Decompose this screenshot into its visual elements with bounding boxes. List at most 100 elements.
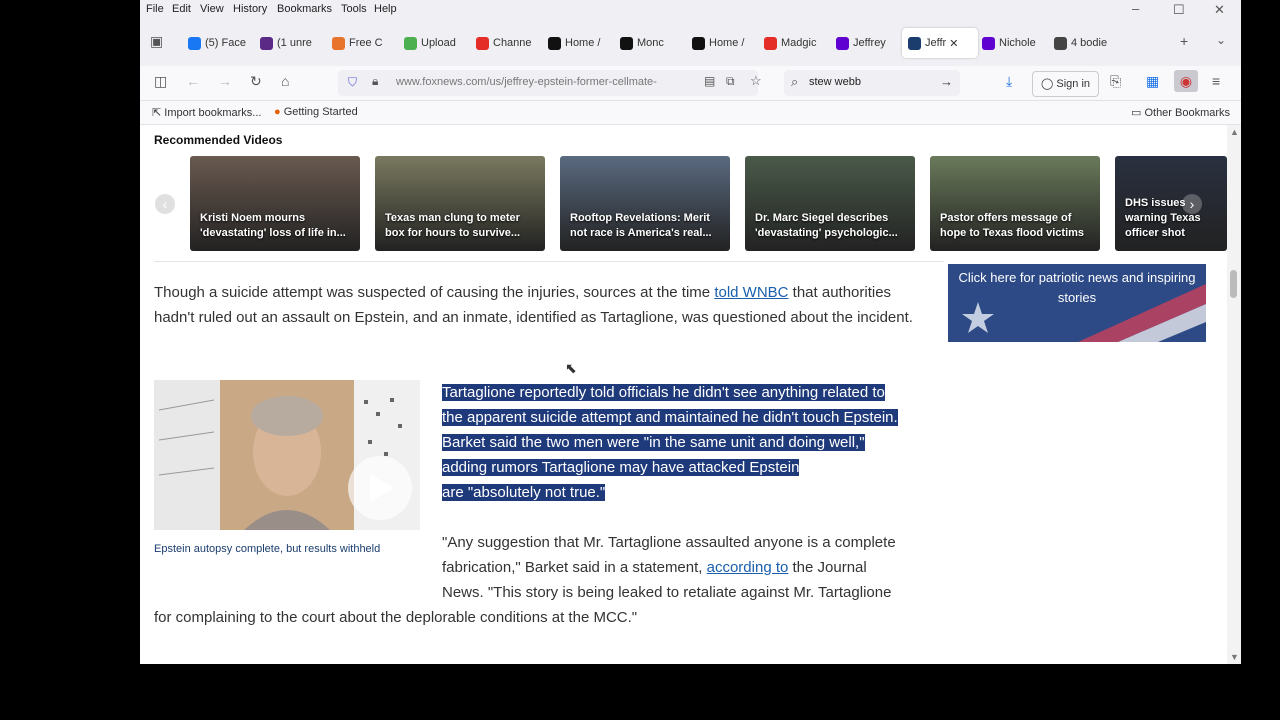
shield-icon[interactable]: ⛉ [348, 75, 357, 90]
browser-window: File Edit View History Bookmarks Tools H… [140, 0, 1241, 664]
lock-icon[interactable]: 🔒︎ [372, 74, 378, 89]
forward-icon[interactable]: → [218, 73, 232, 89]
tab-5[interactable]: Home / [548, 32, 620, 54]
tab-label: Monc [637, 37, 664, 49]
menu-bar: File Edit View History Bookmarks Tools H… [140, 0, 1241, 20]
menu-bookmarks[interactable]: Bookmarks [277, 3, 332, 15]
according-to-link[interactable]: according to [707, 559, 789, 576]
new-tab-icon[interactable]: + [1180, 33, 1188, 49]
search-box[interactable]: ⌕ stew webb → [784, 70, 960, 96]
video-card[interactable]: DHS issues warning Texas officer shot [1115, 156, 1227, 251]
page-scrollbar[interactable]: ▲ ▼ [1227, 125, 1241, 664]
firefox-icon: ● [274, 106, 284, 118]
video-card[interactable]: Pastor offers message of hope to Texas f… [930, 156, 1100, 251]
tab-label: Madgic [781, 37, 817, 49]
tab-3[interactable]: Upload [404, 32, 476, 54]
video-card[interactable]: Dr. Marc Siegel describes 'devastating' … [745, 156, 915, 251]
scroll-down-icon[interactable]: ▼ [1230, 652, 1239, 662]
highlighted-line-1: Tartaglione reportedly told officials he… [442, 384, 885, 401]
minimize-icon[interactable]: – [1132, 1, 1139, 16]
search-icon: ⌕ [791, 74, 799, 89]
reader-view-icon[interactable]: ▤ [704, 74, 715, 88]
video-caption: Texas man clung to meter box for hours t… [385, 212, 521, 239]
menu-help[interactable]: Help [374, 3, 397, 15]
reload-icon[interactable]: ↻ [250, 73, 262, 90]
addon-icon[interactable]: ◉ [1174, 70, 1198, 92]
picture-in-picture-icon[interactable]: ⧉ [726, 74, 735, 89]
carousel-next-icon[interactable]: › [1182, 194, 1202, 214]
back-icon[interactable]: ← [186, 73, 200, 89]
menu-edit[interactable]: Edit [172, 3, 191, 15]
divider [154, 261, 944, 262]
tab-11[interactable]: Nichole [982, 32, 1054, 54]
tab-4[interactable]: Channe [476, 32, 548, 54]
tab-label: Channe [493, 37, 532, 49]
tab-9[interactable]: Jeffrey [836, 32, 908, 54]
x-icon [620, 36, 633, 50]
play-icon [404, 36, 417, 50]
article-paragraph-1: Though a suicide attempt was suspected o… [154, 280, 934, 330]
folder-icon: ▭ [1131, 107, 1145, 119]
told-wnbc-link[interactable]: told WNBC [714, 284, 788, 301]
getting-started-label: Getting Started [283, 106, 358, 118]
quote-line-last: for complaining to the court about the d… [154, 609, 638, 626]
address-bar[interactable]: ⛉ 🔒︎ www.foxnews.com/us/jeffrey-epstein-… [338, 70, 762, 96]
video-card[interactable]: Kristi Noem mourns 'devastating' loss of… [190, 156, 360, 251]
video-card[interactable]: Rooftop Revelations: Merit not race is A… [560, 156, 730, 251]
tab-10[interactable]: Jeffr ✕ [902, 28, 978, 58]
p1-text-a: Though a suicide attempt was suspected o… [154, 284, 715, 301]
menu-view[interactable]: View [200, 3, 224, 15]
epstein-photo [154, 380, 420, 530]
youtube-icon [476, 36, 489, 50]
menu-file[interactable]: File [146, 3, 164, 15]
close-window-icon[interactable]: ✕ [1214, 2, 1225, 18]
extensions-icon[interactable]: ⎘ [1110, 73, 1121, 90]
tab-2[interactable]: Free C [332, 32, 404, 54]
tab-overview-icon[interactable]: ▣ [150, 33, 163, 50]
carousel-prev-icon[interactable]: ‹ [155, 194, 175, 214]
menu-tools[interactable]: Tools [341, 3, 367, 15]
search-input[interactable]: stew webb [809, 76, 861, 88]
mouse-cursor: ⬉ [565, 360, 577, 376]
fox-icon [908, 36, 921, 50]
highlighted-line-2: the apparent suicide attempt and maintai… [442, 409, 898, 426]
downloads-icon[interactable]: ⤓ [1006, 73, 1012, 90]
maximize-icon[interactable]: ☐ [1173, 2, 1185, 18]
tab-8[interactable]: Madgic [764, 32, 836, 54]
getting-started-bookmark[interactable]: ● Getting Started [274, 106, 358, 118]
tab-6[interactable]: Monc [620, 32, 692, 54]
sign-in-button[interactable]: ◯ Sign in [1032, 71, 1100, 97]
tab-12[interactable]: 4 bodie [1054, 32, 1126, 54]
url-text[interactable]: www.foxnews.com/us/jeffrey-epstein-forme… [396, 76, 696, 88]
scroll-up-icon[interactable]: ▲ [1230, 127, 1239, 137]
home-icon[interactable]: ⌂ [281, 73, 289, 89]
video-card[interactable]: Texas man clung to meter box for hours t… [375, 156, 545, 251]
tab-label: Home / [709, 37, 745, 49]
close-tab-icon[interactable]: ✕ [949, 37, 958, 50]
bookmark-star-icon[interactable]: ☆ [750, 73, 762, 89]
sidebar-icon[interactable]: ◫ [154, 73, 167, 90]
tab-label: Upload [421, 37, 456, 49]
video-thumbnail[interactable] [154, 380, 420, 530]
highlighted-line-5: are "absolutely not true." [442, 484, 606, 501]
patriotic-news-ad[interactable]: Click here for patriotic news and inspir… [948, 264, 1206, 342]
video-caption: Kristi Noem mourns 'devastating' loss of… [200, 212, 346, 239]
tab-1[interactable]: (1 unre [260, 32, 332, 54]
tab-0[interactable]: (5) Face [188, 32, 260, 54]
list-tabs-icon[interactable]: ⌄ [1216, 33, 1226, 47]
app-menu-icon[interactable]: ≡ [1212, 73, 1220, 89]
recommended-videos-title: Recommended Videos [154, 133, 283, 147]
search-go-icon[interactable]: → [940, 74, 953, 89]
import-bookmarks[interactable]: ⇱ Import bookmarks... [152, 106, 261, 119]
menu-history[interactable]: History [233, 3, 267, 15]
thumbnail-caption[interactable]: Epstein autopsy complete, but results wi… [154, 543, 380, 555]
extension-icon[interactable]: ▦ [1146, 73, 1159, 90]
scrollbar-thumb[interactable] [1230, 270, 1237, 298]
page-content: Recommended Videos ‹ Kristi Noem mourns … [140, 125, 1227, 664]
tab-7[interactable]: Home / [692, 32, 764, 54]
tab-label: Jeffrey [853, 37, 886, 49]
other-bookmarks[interactable]: ▭ Other Bookmarks [1131, 106, 1230, 119]
other-bookmarks-label: Other Bookmarks [1144, 107, 1231, 119]
tab-label: 4 bodie [1071, 37, 1108, 49]
import-bookmarks-label: Import bookmarks... [164, 107, 262, 119]
